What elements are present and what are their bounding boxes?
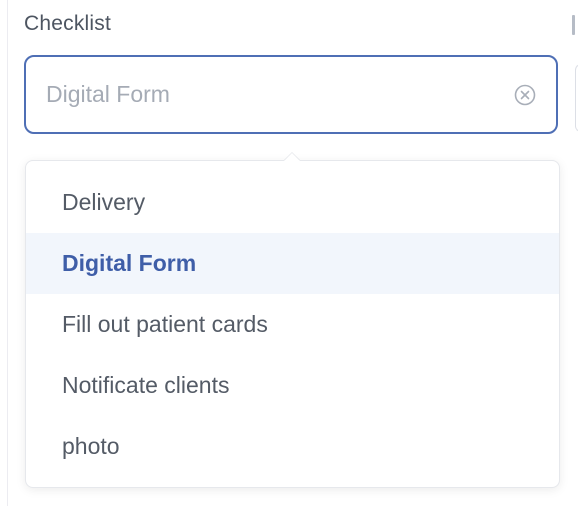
option-notificate-clients[interactable]: Notificate clients — [26, 355, 559, 416]
clear-icon[interactable] — [514, 84, 536, 106]
checklist-label: Checklist — [24, 12, 111, 35]
adjacent-field-label-edge — [572, 15, 575, 35]
page: Checklist Delivery Digital Form Fill out… — [0, 0, 578, 506]
checklist-select-input[interactable] — [46, 57, 486, 132]
option-photo[interactable]: photo — [26, 416, 559, 477]
dropdown-arrow-fill — [284, 153, 300, 161]
option-list: Delivery Digital Form Fill out patient c… — [26, 161, 559, 477]
panel-divider — [7, 0, 8, 506]
checklist-dropdown: Delivery Digital Form Fill out patient c… — [25, 160, 560, 488]
option-digital-form[interactable]: Digital Form — [26, 233, 559, 294]
option-delivery[interactable]: Delivery — [26, 172, 559, 233]
checklist-select[interactable] — [24, 55, 558, 134]
option-fill-out-patient-cards[interactable]: Fill out patient cards — [26, 294, 559, 355]
